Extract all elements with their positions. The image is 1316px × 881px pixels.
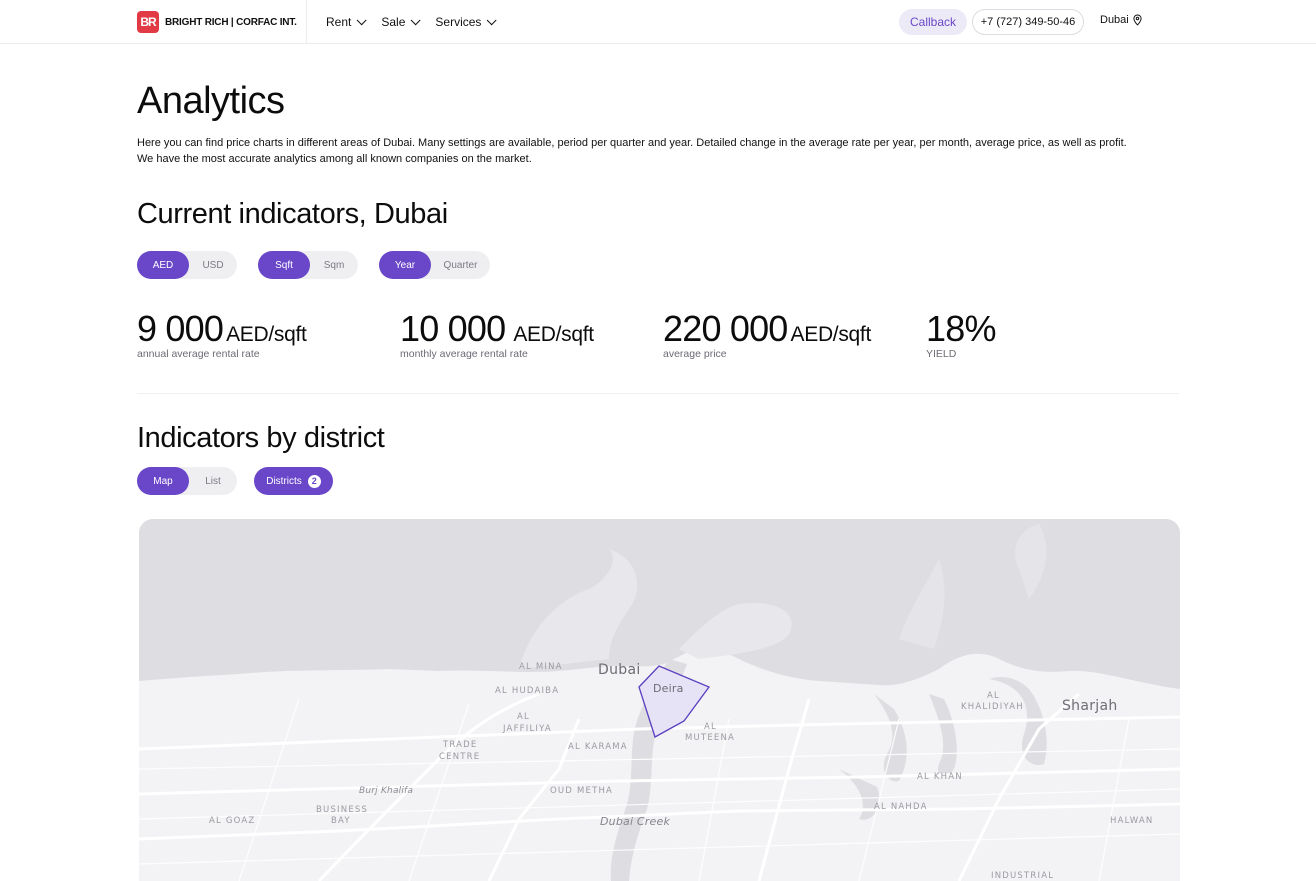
map-label-al-goaz: AL GOAZ [209, 816, 256, 826]
nav-rent-label: Rent [326, 15, 352, 29]
logo-mark: BR [137, 11, 159, 33]
map-label-dubai: Dubai [598, 662, 641, 678]
map-label-oud-metha: OUD METHA [550, 786, 614, 796]
map-label-deira[interactable]: Deira [653, 683, 684, 694]
intro-line-1: Here you can find price charts in differ… [137, 137, 1127, 149]
map-lagoon [874, 694, 907, 782]
city-label: Dubai [1100, 14, 1129, 26]
nav-sale-label: Sale [381, 15, 406, 29]
metric-unit: AED/sqft [226, 323, 307, 346]
metric-value: 10 000 [400, 308, 506, 349]
currency-toggle: AED USD [137, 251, 237, 279]
metric-yield: 18% YIELD [926, 308, 999, 361]
page-title: Analytics [137, 80, 285, 122]
metric-value: 18% [926, 308, 996, 349]
intro-line-2: We have the most accurate analytics amon… [137, 153, 532, 165]
map-label-business-bay-2: BAY [331, 816, 351, 826]
city-selector[interactable]: Dubai [1100, 14, 1142, 26]
period-option-year[interactable]: Year [379, 251, 431, 279]
map-label-trade-centre-2: CENTRE [439, 752, 481, 762]
map-label-al-mina: AL MINA [519, 662, 563, 672]
metric-monthly-rental: 10 000 AED/sqft monthly average rental ra… [400, 308, 594, 361]
metric-value: 9 000 [137, 308, 224, 349]
site-header: BR BRIGHT RICH | CORFAC INT. Rent Sale S… [0, 0, 1316, 44]
logo[interactable]: BR BRIGHT RICH | CORFAC INT. [137, 11, 297, 33]
map-label-al-hudaiba: AL HUDAIBA [495, 686, 560, 696]
section-divider [137, 393, 1179, 394]
metric-label: YIELD [926, 348, 957, 360]
map-label-al-muteena-1: AL [704, 722, 717, 732]
view-toggle: Map List [137, 467, 237, 495]
map-label-dubai-creek: Dubai Creek [600, 815, 671, 828]
map-lagoon [929, 694, 957, 777]
main-nav: Rent Sale Services [326, 0, 497, 44]
map-label-al-jaffiliya-2: JAFFILIYA [503, 724, 552, 734]
view-option-map[interactable]: Map [137, 467, 189, 495]
metric-unit: AED/sqft [790, 323, 872, 346]
districts-filter-button[interactable]: Districts 2 [254, 467, 333, 495]
chevron-down-icon [411, 14, 421, 25]
chevron-down-icon [357, 14, 367, 25]
map-label-business-bay-1: BUSINESS [316, 805, 369, 815]
map-label-al-khan: AL KHAN [917, 772, 963, 782]
nav-services-label: Services [435, 15, 482, 29]
map-label-al-nahda: AL NAHDA [874, 802, 928, 812]
metric-average-price: 220 000 AED/sqft average price [663, 308, 872, 361]
metric-label: average price [663, 348, 727, 360]
map-label-burj-khalifa: Burj Khalifa [359, 786, 414, 796]
area-option-sqft[interactable]: Sqft [258, 251, 310, 279]
districts-count-badge: 2 [307, 474, 321, 488]
map-label-trade-centre-1: TRADE [443, 740, 478, 750]
period-toggle: Year Quarter [379, 251, 490, 279]
chevron-down-icon [487, 14, 497, 25]
currency-option-usd[interactable]: USD [189, 251, 237, 279]
map-label-halwan: HALWAN [1110, 816, 1154, 826]
map-label-al-khalidiyah-2: KHALIDIYAH [961, 702, 1024, 712]
map-label-al-khalidiyah-1: AL [987, 691, 1000, 701]
metric-label: monthly average rental rate [400, 348, 528, 360]
map-label-al-muteena-2: MUTEENA [685, 733, 736, 743]
nav-services[interactable]: Services [435, 14, 497, 29]
districts-button-label: Districts [266, 475, 302, 487]
district-map[interactable]: Dubai Deira Sharjah AL MINA AL HUDAIBA A… [139, 519, 1180, 881]
metric-value: 220 000 [663, 308, 788, 349]
nav-rent[interactable]: Rent [326, 14, 367, 29]
view-option-list[interactable]: List [189, 467, 237, 495]
logo-text: BRIGHT RICH | CORFAC INT. [165, 16, 297, 28]
metric-unit: AED/sqft [513, 323, 594, 346]
area-unit-toggle: Sqft Sqm [258, 251, 358, 279]
district-indicators-heading: Indicators by district [137, 422, 385, 454]
header-divider [306, 0, 307, 44]
page-intro: Here you can find price charts in differ… [137, 135, 1137, 167]
phone-link[interactable]: +7 (727) 349-50-46 [972, 9, 1084, 35]
currency-option-aed[interactable]: AED [137, 251, 189, 279]
map-label-industrial: INDUSTRIAL [991, 871, 1055, 881]
callback-button[interactable]: Callback [899, 9, 967, 35]
metric-annual-rental: 9 000 AED/sqft annual average rental rate [137, 308, 307, 361]
map-label-sharjah: Sharjah [1062, 698, 1118, 714]
map-label-al-jaffiliya-1: AL [517, 712, 530, 722]
nav-sale[interactable]: Sale [381, 14, 421, 29]
metric-label: annual average rental rate [137, 348, 260, 360]
location-pin-icon [1133, 14, 1142, 26]
map-label-al-karama: AL KARAMA [568, 742, 628, 752]
period-option-quarter[interactable]: Quarter [431, 251, 490, 279]
area-option-sqm[interactable]: Sqm [310, 251, 358, 279]
current-indicators-heading: Current indicators, Dubai [137, 198, 448, 230]
